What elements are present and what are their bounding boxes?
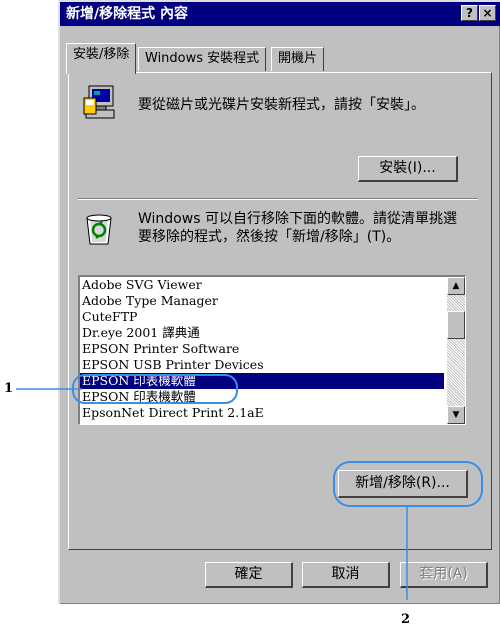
- callout-highlight-add-remove: [333, 461, 483, 507]
- callout-number-2: 2: [401, 612, 411, 627]
- tab-install-remove[interactable]: 安裝/移除: [66, 43, 137, 74]
- callout-overlay: [16, 374, 483, 600]
- callout-number-1: 1: [4, 381, 14, 396]
- callout-highlight-selected-item: [72, 374, 238, 404]
